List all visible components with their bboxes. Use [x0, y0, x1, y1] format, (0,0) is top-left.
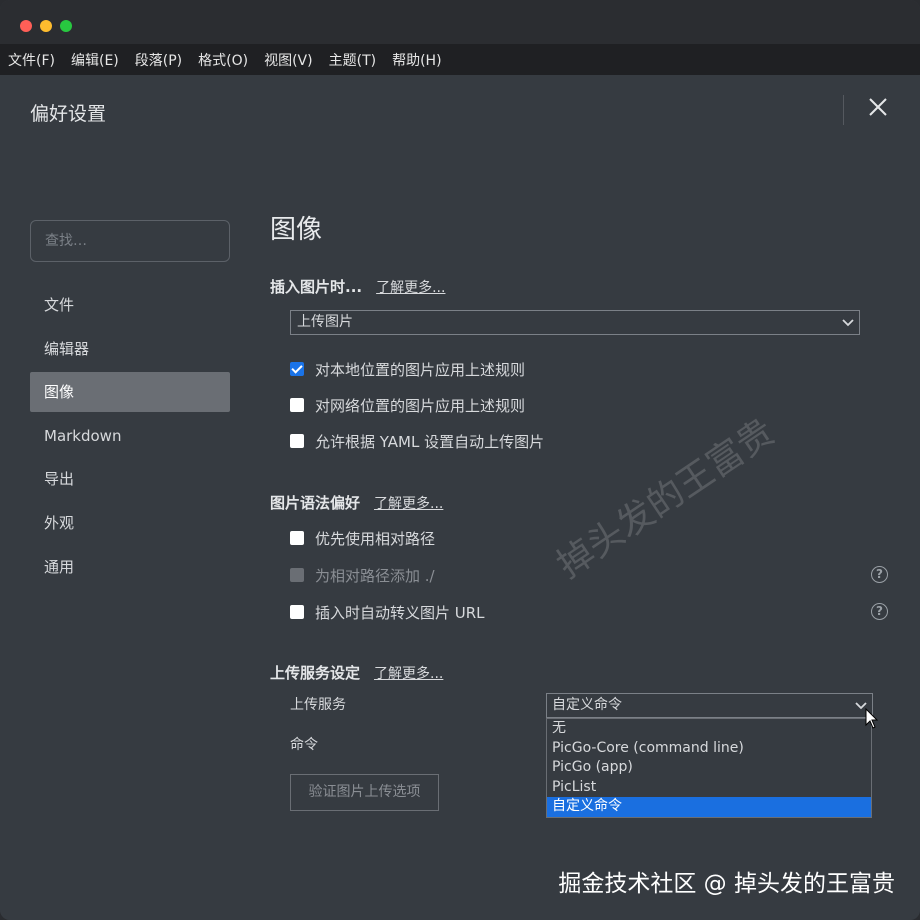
chevron-down-icon [842, 319, 854, 327]
syntax-learn-more-link[interactable]: 了解更多... [374, 496, 443, 512]
upload-service-dropdown: 无 PicGo-Core (command line) PicGo (app) … [546, 718, 872, 818]
sidebar-item-file[interactable]: 文件 [30, 285, 230, 325]
insert-learn-more-link[interactable]: 了解更多... [376, 280, 445, 296]
image-settings: 图像 插入图片时... 了解更多... 上传图片 对本地位置的图片应用上述规则 对… [270, 75, 890, 920]
yaml-upload-option[interactable]: 允许根据 YAML 设置自动上传图片 [290, 431, 544, 451]
sidebar-item-general[interactable]: 通用 [30, 547, 230, 587]
menu-help[interactable]: 帮助(H) [392, 50, 441, 70]
minimize-window-button[interactable] [40, 20, 52, 32]
dropdown-option-piclist[interactable]: PicList [547, 778, 871, 798]
escape-url-checkbox[interactable] [290, 605, 304, 619]
menu-theme[interactable]: 主题(T) [329, 50, 376, 70]
dropdown-option-picgo-app[interactable]: PicGo (app) [547, 758, 871, 778]
sidebar-item-appearance[interactable]: 外观 [30, 503, 230, 543]
dropdown-option-custom-command[interactable]: 自定义命令 [547, 797, 871, 817]
apply-network-checkbox[interactable] [290, 398, 304, 412]
upload-learn-more-link[interactable]: 了解更多... [374, 666, 443, 682]
upload-service-select[interactable]: 自定义命令 [546, 693, 873, 718]
insert-action-select[interactable]: 上传图片 [290, 310, 860, 335]
command-label: 命令 [290, 737, 318, 753]
sidebar-item-image[interactable]: 图像 [30, 372, 230, 413]
escape-url-option[interactable]: 插入时自动转义图片 URL [290, 602, 485, 622]
upload-heading-label: 上传服务设定 [270, 664, 361, 682]
apply-local-checkbox[interactable] [290, 362, 304, 376]
relative-path-option[interactable]: 优先使用相对路径 [290, 528, 435, 548]
title-bar [0, 0, 920, 44]
sidebar-item-markdown[interactable]: Markdown [30, 416, 230, 456]
verify-upload-button[interactable]: 验证图片上传选项 [290, 774, 439, 811]
syntax-heading-label: 图片语法偏好 [270, 494, 361, 512]
yaml-upload-label: 允许根据 YAML 设置自动上传图片 [315, 432, 545, 451]
apply-local-option[interactable]: 对本地位置的图片应用上述规则 [290, 359, 525, 379]
insert-action-value: 上传图片 [297, 314, 353, 330]
relative-path-checkbox[interactable] [290, 531, 304, 545]
menu-paragraph[interactable]: 段落(P) [135, 50, 182, 70]
search-field[interactable] [30, 220, 230, 262]
section-title: 图像 [270, 215, 323, 245]
syntax-heading: 图片语法偏好 了解更多... [270, 492, 443, 513]
page-title: 偏好设置 [30, 103, 107, 125]
preferences-panel: 偏好设置 文件 编辑器 图像 Markdown 导出 外观 通用 图像 插入图片… [0, 75, 920, 920]
dot-slash-checkbox [290, 568, 304, 582]
insert-heading-label: 插入图片时... [270, 278, 363, 296]
footer-watermark: 掘金技术社区 @ 掉头发的王富贵 [558, 871, 895, 897]
upload-service-value: 自定义命令 [552, 697, 622, 713]
dropdown-option-none[interactable]: 无 [547, 719, 871, 739]
search-input[interactable] [31, 221, 229, 261]
sidebar-item-export[interactable]: 导出 [30, 459, 230, 499]
insert-heading: 插入图片时... 了解更多... [270, 276, 445, 297]
dot-slash-option: 为相对路径添加 ./ [290, 565, 435, 585]
sidebar-item-editor[interactable]: 编辑器 [30, 329, 230, 369]
help-icon[interactable]: ? [871, 603, 888, 620]
close-window-button[interactable] [20, 20, 32, 32]
menu-bar: 文件(F) 编辑(E) 段落(P) 格式(O) 视图(V) 主题(T) 帮助(H… [0, 44, 920, 75]
mouse-cursor-icon [865, 708, 879, 729]
preferences-window: 文件(F) 编辑(E) 段落(P) 格式(O) 视图(V) 主题(T) 帮助(H… [0, 0, 920, 920]
menu-edit[interactable]: 编辑(E) [71, 50, 119, 70]
relative-path-label: 优先使用相对路径 [315, 529, 436, 548]
maximize-window-button[interactable] [60, 20, 72, 32]
help-icon[interactable]: ? [871, 566, 888, 583]
apply-network-label: 对网络位置的图片应用上述规则 [315, 396, 526, 415]
dropdown-option-picgo-core[interactable]: PicGo-Core (command line) [547, 739, 871, 759]
menu-file[interactable]: 文件(F) [8, 50, 55, 70]
upload-service-label: 上传服务 [290, 697, 346, 713]
menu-format[interactable]: 格式(O) [198, 50, 248, 70]
escape-url-label: 插入时自动转义图片 URL [315, 603, 485, 622]
sidebar: 文件 编辑器 图像 Markdown 导出 外观 通用 [30, 285, 230, 590]
apply-network-option[interactable]: 对网络位置的图片应用上述规则 [290, 395, 525, 415]
watermark-text: 掉头发的王富贵 [550, 411, 782, 587]
yaml-upload-checkbox[interactable] [290, 434, 304, 448]
menu-view[interactable]: 视图(V) [264, 50, 313, 70]
apply-local-label: 对本地位置的图片应用上述规则 [315, 360, 526, 379]
upload-heading: 上传服务设定 了解更多... [270, 662, 443, 683]
dot-slash-label: 为相对路径添加 ./ [315, 566, 435, 585]
